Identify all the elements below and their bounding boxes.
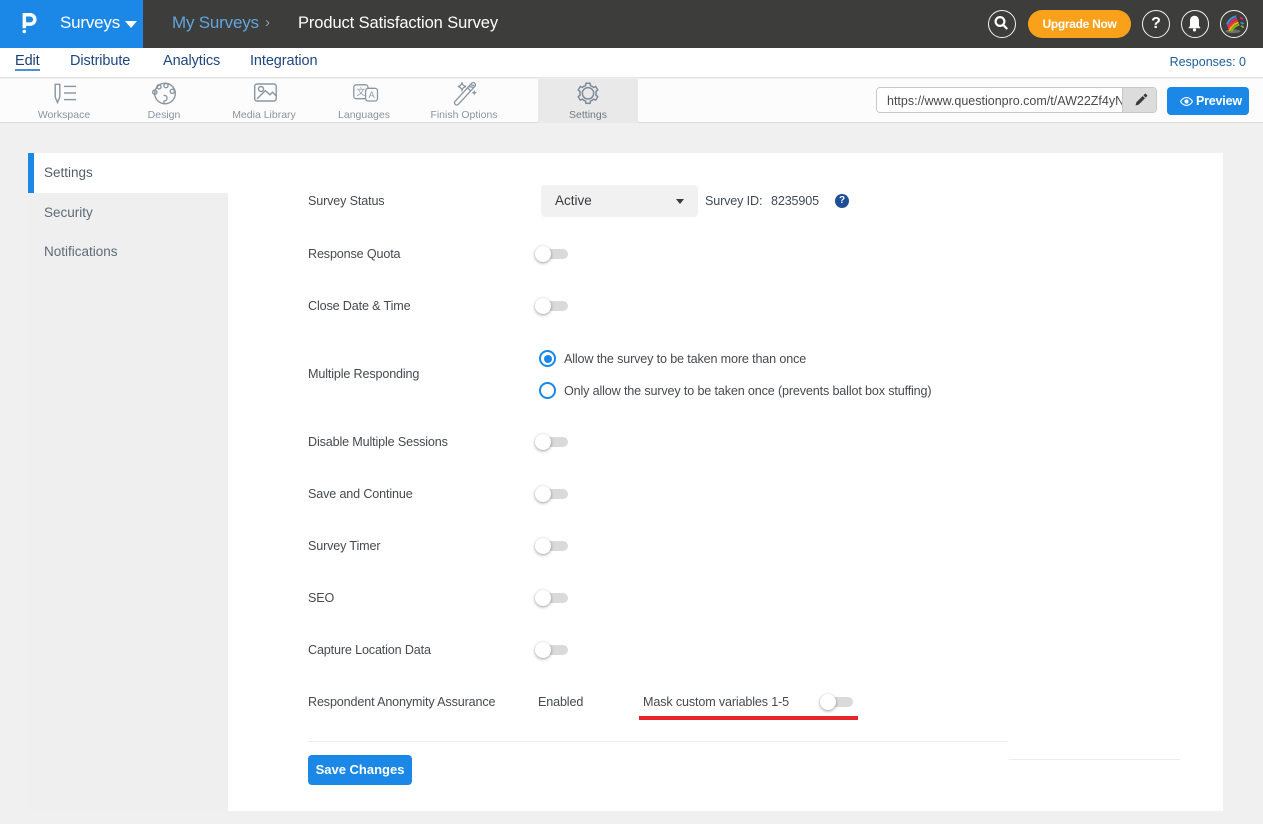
svg-text:A: A bbox=[369, 90, 375, 100]
svg-text:文: 文 bbox=[356, 86, 365, 97]
